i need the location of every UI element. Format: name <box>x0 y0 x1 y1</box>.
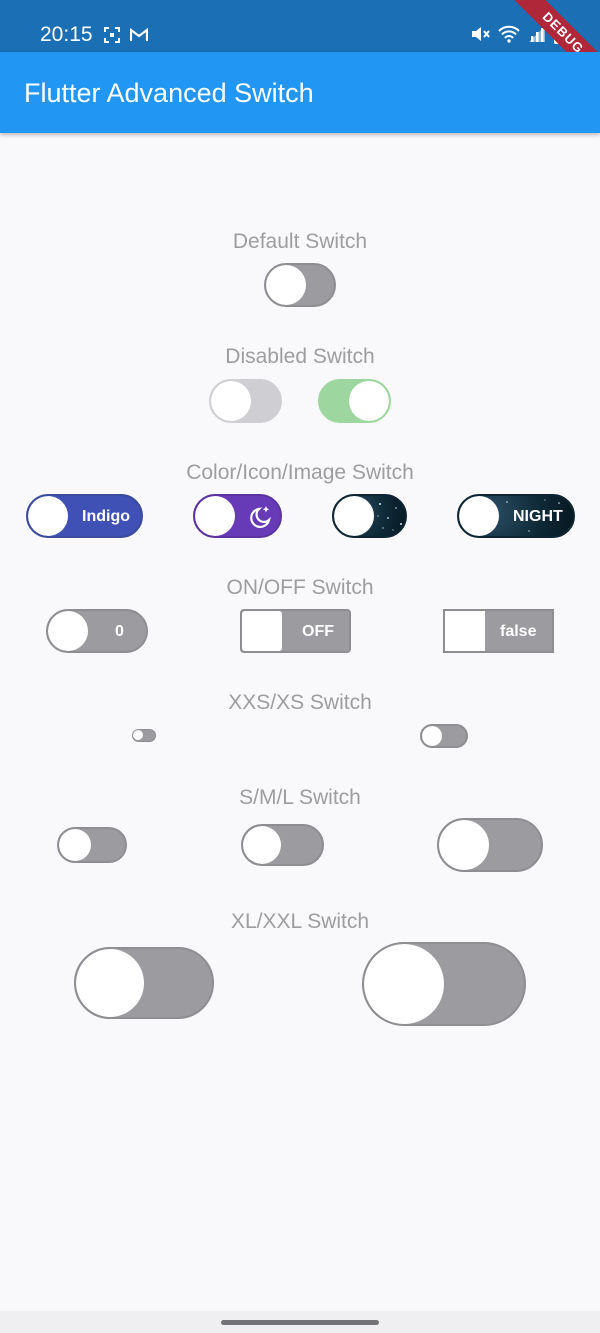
home-gesture-handle[interactable] <box>221 1320 379 1325</box>
zero-switch-knob <box>48 611 88 651</box>
section-label-xxs: XXS/XS Switch <box>228 691 372 714</box>
indigo-switch[interactable]: Indigo <box>26 494 143 538</box>
xl-switch-knob <box>76 949 144 1017</box>
medium-switch[interactable] <box>241 824 324 866</box>
section-label-color: Color/Icon/Image Switch <box>186 461 414 484</box>
zero-switch-label: 0 <box>115 623 124 640</box>
false-switch-label: false <box>500 623 537 640</box>
default-switch[interactable] <box>264 263 336 307</box>
large-switch-knob <box>439 820 489 870</box>
false-switch[interactable]: false <box>443 609 554 653</box>
navigation-bar <box>0 1311 600 1333</box>
small-switch[interactable] <box>57 827 127 863</box>
app-title: Flutter Advanced Switch <box>24 78 314 108</box>
off-switch[interactable]: OFF <box>240 609 351 653</box>
disabled-switch-on <box>318 379 391 423</box>
section-label-sml: S/M/L Switch <box>239 786 361 809</box>
night-switch[interactable]: NIGHT <box>457 494 575 538</box>
section-label-disabled: Disabled Switch <box>225 345 375 368</box>
xxs-switch[interactable] <box>132 729 156 742</box>
indigo-switch-label: Indigo <box>82 508 130 525</box>
default-switch-knob <box>266 265 306 305</box>
indigo-switch-knob <box>28 496 68 536</box>
status-time: 20:15 <box>40 23 93 46</box>
disabled-switch-off-knob <box>211 381 251 421</box>
app-bar: Flutter Advanced Switch <box>0 52 600 133</box>
small-switch-knob <box>59 829 91 861</box>
disabled-switch-on-knob <box>349 381 389 421</box>
off-switch-label: OFF <box>302 623 334 640</box>
large-switch[interactable] <box>437 818 543 872</box>
false-switch-knob <box>445 611 485 651</box>
gmail-icon <box>130 28 148 41</box>
off-switch-knob <box>242 611 282 651</box>
medium-switch-knob <box>243 826 281 864</box>
night-switch-knob <box>459 496 499 536</box>
icon-switch-knob <box>195 496 235 536</box>
xxl-switch[interactable] <box>362 942 526 1026</box>
status-bar: 20:15 DEBUG <box>0 0 600 94</box>
image-switch-knob <box>334 496 374 536</box>
xs-switch[interactable] <box>420 724 468 748</box>
mute-icon <box>472 27 490 41</box>
moon-stars-icon <box>250 506 271 529</box>
wifi-icon <box>498 25 520 43</box>
image-switch[interactable] <box>332 494 407 538</box>
stars-icon <box>377 500 403 531</box>
icon-switch[interactable] <box>193 494 282 538</box>
xl-switch[interactable] <box>74 947 214 1019</box>
screenshot-icon <box>104 27 120 43</box>
xxs-switch-knob <box>133 730 143 740</box>
xs-switch-knob <box>422 726 442 746</box>
xxl-switch-knob <box>364 944 444 1024</box>
section-label-xl: XL/XXL Switch <box>230 910 370 933</box>
night-switch-label: NIGHT <box>513 508 563 525</box>
section-label-default: Default Switch <box>232 230 368 253</box>
disabled-switch-off <box>209 379 282 423</box>
zero-switch[interactable]: 0 <box>46 609 148 653</box>
section-label-onoff: ON/OFF Switch <box>226 576 374 599</box>
